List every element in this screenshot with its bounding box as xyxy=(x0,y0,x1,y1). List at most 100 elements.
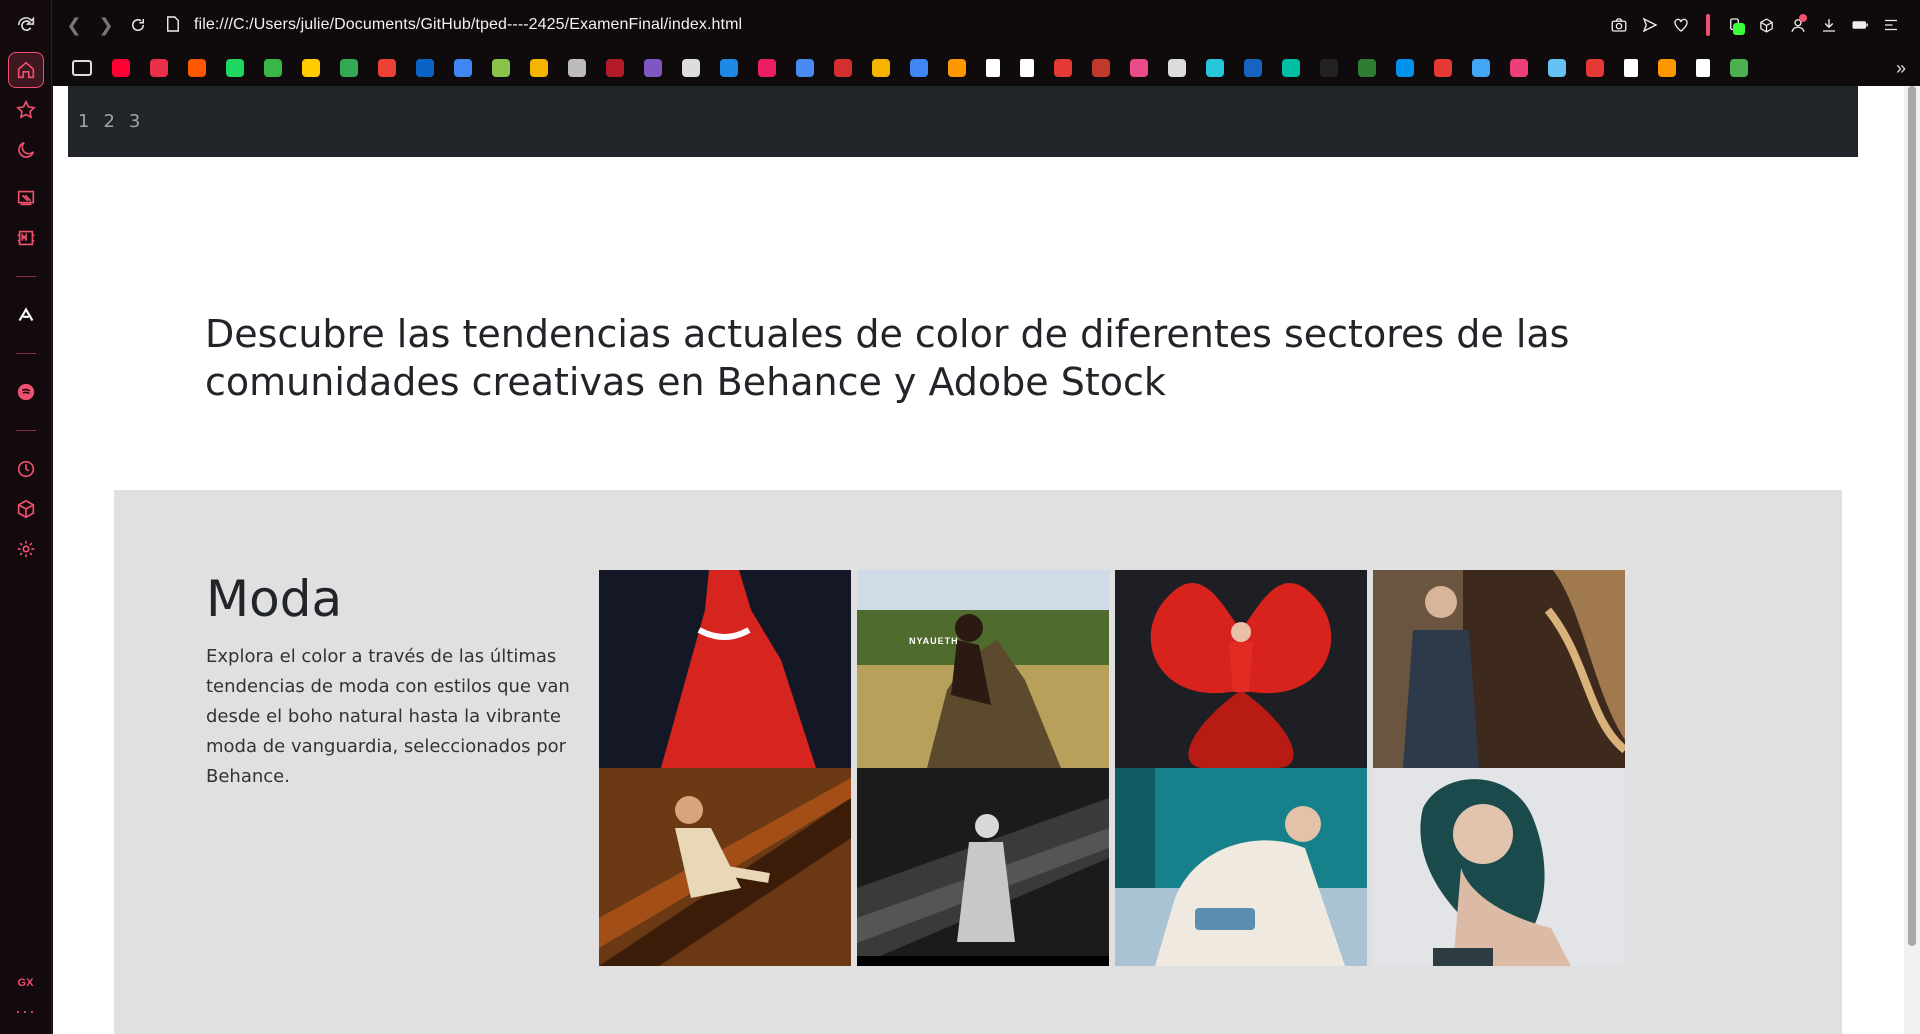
bookmark-downloader-icon[interactable] xyxy=(150,59,168,77)
twitch-icon[interactable] xyxy=(0,178,52,218)
section-title: Moda xyxy=(206,570,343,628)
bookmark-google-icon[interactable] xyxy=(454,59,472,77)
bookmark-px-icon[interactable] xyxy=(1358,59,1376,77)
sidebar-more-icon[interactable]: ··· xyxy=(15,1001,36,1022)
profile-icon[interactable] xyxy=(1782,9,1813,41)
bookmark-openai-icon[interactable] xyxy=(682,59,700,77)
teal-sofa-photo xyxy=(1115,768,1367,966)
photo-grid: NYAUETH xyxy=(599,570,1629,966)
bookmark-page-2-icon[interactable] xyxy=(1020,59,1034,77)
bookmark-ring-icon[interactable] xyxy=(1054,59,1072,77)
bookmark-photos-icon[interactable] xyxy=(530,59,548,77)
bookmark-reddit-icon[interactable] xyxy=(188,59,206,77)
send-icon[interactable] xyxy=(1634,9,1665,41)
section-description: Explora el color a través de las últimas… xyxy=(206,646,570,787)
bookmark-bug-icon[interactable] xyxy=(1586,59,1604,77)
bookmark-ornament-icon[interactable] xyxy=(606,59,624,77)
blue-suit-photo xyxy=(1373,570,1625,768)
bookmark-flag-icon[interactable] xyxy=(1472,59,1490,77)
package-cube-icon[interactable] xyxy=(1751,9,1782,41)
bookmark-outlook-icon[interactable] xyxy=(416,59,434,77)
address-toolbar: ❮ ❯ file:///C:/Users/julie/Documents/Git… xyxy=(52,0,1920,50)
gx-label[interactable]: GX xyxy=(18,977,34,989)
home-button[interactable] xyxy=(0,50,52,90)
bookmark-gmail-icon[interactable] xyxy=(378,59,396,77)
spotify-icon[interactable] xyxy=(0,372,52,412)
bookmark-w-icon[interactable] xyxy=(1624,59,1638,77)
gx-accent-bar xyxy=(1706,14,1710,36)
bookmark-p-dot-icon[interactable] xyxy=(1396,59,1414,77)
bookmarks-star-icon[interactable] xyxy=(0,90,52,130)
vertical-scrollbar[interactable] xyxy=(1904,86,1920,1034)
gx-corner-icon[interactable] xyxy=(0,218,52,258)
forward-arrow-icon[interactable]: ❯ xyxy=(90,9,122,41)
bookmark-globe-icon[interactable] xyxy=(492,59,510,77)
teal-hair-photo xyxy=(1373,768,1625,966)
bookmark-ms-icon[interactable] xyxy=(1244,59,1262,77)
page-navbar: 123 xyxy=(68,86,1858,157)
refresh-sidebar-icon[interactable] xyxy=(0,0,52,50)
address-bar[interactable]: file:///C:/Users/julie/Documents/GitHub/… xyxy=(166,9,742,41)
nav-link-1[interactable]: 1 xyxy=(78,111,89,132)
bookmark-dots-icon[interactable] xyxy=(302,59,320,77)
bookmark-dribbble-icon[interactable] xyxy=(1130,59,1148,77)
bookmark-shield-icon[interactable] xyxy=(1510,59,1528,77)
easy-setup-menu-icon[interactable] xyxy=(1875,9,1906,41)
history-icon[interactable] xyxy=(0,449,52,489)
bookmarks-overflow-icon[interactable]: » xyxy=(1896,58,1906,79)
nav-link-2[interactable]: 2 xyxy=(103,111,114,132)
url-text[interactable]: file:///C:/Users/julie/Documents/GitHub/… xyxy=(194,16,742,34)
bookmark-readlist-icon[interactable] xyxy=(834,59,852,77)
bookmark-layers-icon[interactable] xyxy=(644,59,662,77)
bookmark-g-app-icon[interactable] xyxy=(1730,59,1748,77)
scrollbar-thumb[interactable] xyxy=(1908,86,1916,946)
bookmark-steam-icon[interactable] xyxy=(1548,59,1566,77)
back-arrow-icon[interactable]: ❮ xyxy=(58,9,90,41)
amber-staircase-photo xyxy=(599,768,851,966)
notification-dot xyxy=(1799,14,1807,22)
settings-gear-icon[interactable] xyxy=(0,529,52,569)
download-icon[interactable] xyxy=(1813,9,1844,41)
bookmark-youtube-icon[interactable] xyxy=(112,59,130,77)
bookmark-docs-icon[interactable] xyxy=(910,59,928,77)
extensions-cube-icon[interactable] xyxy=(0,489,52,529)
bookmark-sheet-orange-icon[interactable] xyxy=(948,59,966,77)
wallet-icon[interactable] xyxy=(1720,9,1751,41)
red-flower-photo xyxy=(1115,570,1367,768)
heart-icon[interactable] xyxy=(1665,9,1696,41)
page-headline: Descubre las tendencias actuales de colo… xyxy=(205,312,1570,404)
bookmarks-bar: » xyxy=(52,50,1920,86)
toolbar-actions xyxy=(1603,9,1906,41)
bookmark-tag-icon[interactable] xyxy=(1206,59,1224,77)
sidebar-divider xyxy=(15,353,36,354)
bookmark-stats-icon[interactable] xyxy=(264,59,282,77)
bookmark-drive-icon[interactable] xyxy=(340,59,358,77)
monochrome-photo xyxy=(857,768,1109,966)
bookmark-note-icon[interactable] xyxy=(568,59,586,77)
bookmark-stripes-icon[interactable] xyxy=(1434,59,1452,77)
page-viewport: 123 Descubre las tendencias actuales de … xyxy=(53,86,1904,1034)
nav-link-3[interactable]: 3 xyxy=(129,111,140,132)
battery-icon[interactable] xyxy=(1844,9,1875,41)
bookmarks-folder-icon[interactable] xyxy=(72,60,92,76)
bookmark-meet-icon[interactable] xyxy=(720,59,738,77)
red-gown-photo xyxy=(599,570,851,768)
file-page-icon xyxy=(166,16,182,34)
moda-section: Moda Explora el color a través de las úl… xyxy=(114,490,1842,1034)
snapshot-camera-icon[interactable] xyxy=(1603,9,1634,41)
bookmark-a-app-icon[interactable] xyxy=(1658,59,1676,77)
bookmark-play-icon[interactable] xyxy=(1320,59,1338,77)
bookmark-translate-icon[interactable] xyxy=(796,59,814,77)
reload-icon[interactable] xyxy=(122,9,154,41)
aria-icon[interactable] xyxy=(0,295,52,335)
bookmark-script-f-icon[interactable] xyxy=(1168,59,1186,77)
photo-caption: NYAUETH xyxy=(909,636,959,646)
bookmark-d-app-icon[interactable] xyxy=(1282,59,1300,77)
bookmark-page-3-icon[interactable] xyxy=(1696,59,1710,77)
bookmark-page-1-icon[interactable] xyxy=(986,59,1000,77)
bookmark-spotify-icon[interactable] xyxy=(226,59,244,77)
bookmark-figure-icon[interactable] xyxy=(1092,59,1110,77)
bookmark-slides-icon[interactable] xyxy=(872,59,890,77)
bookmark-s-app-icon[interactable] xyxy=(758,59,776,77)
moon-icon[interactable] xyxy=(0,130,52,170)
